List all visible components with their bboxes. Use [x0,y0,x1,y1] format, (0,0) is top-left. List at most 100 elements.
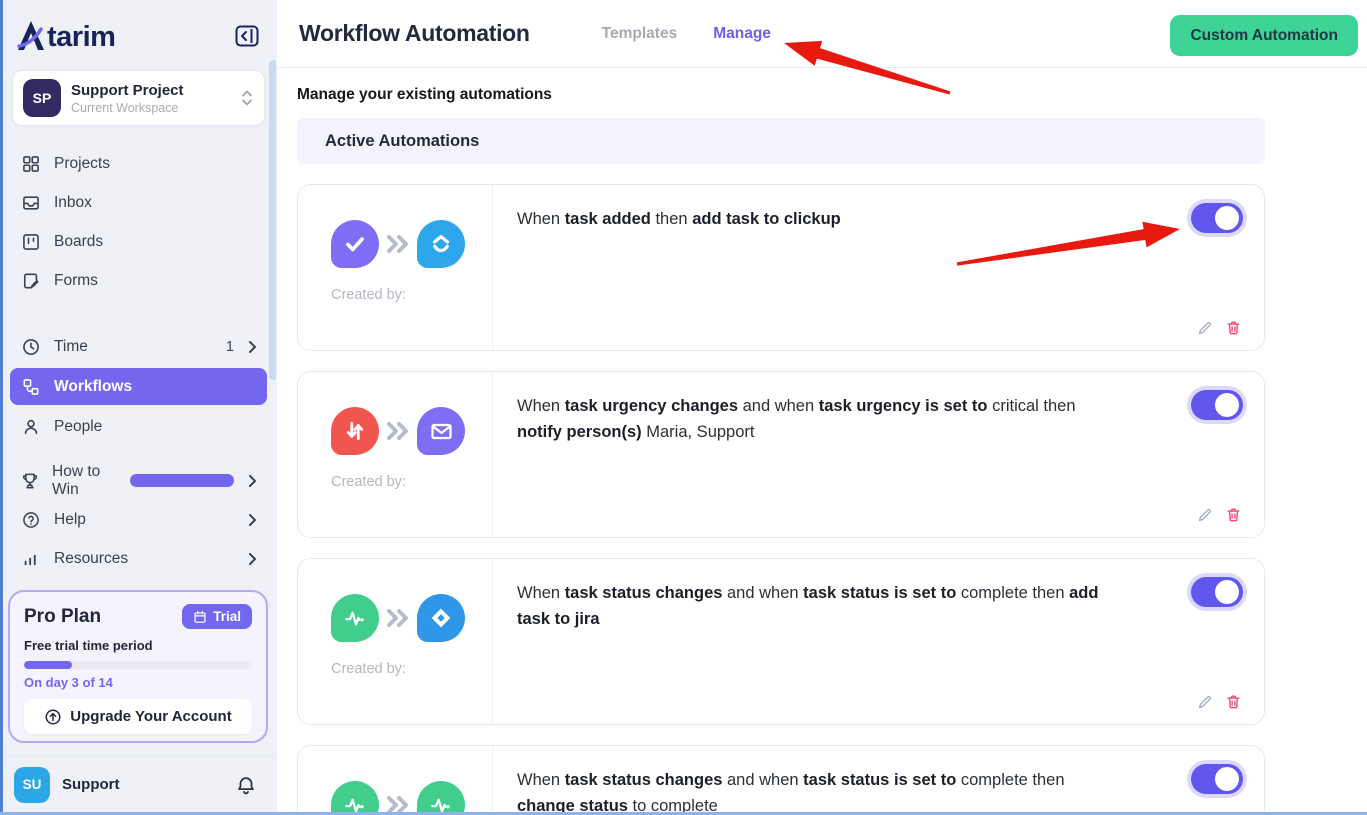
logo-text: tarim [47,22,115,52]
workspace-texts: Support Project Current Workspace [71,82,230,115]
created-by-label: Created by: [331,661,492,677]
delete-automation-icon[interactable] [1224,506,1242,524]
jira-icon [417,594,465,642]
tab-templates[interactable]: Templates [602,25,678,43]
double-chevron-icon [385,232,411,256]
user-name: Support [62,776,223,793]
sidebar-item-boards[interactable]: Boards [10,222,267,261]
app-window: tarim SP Support Project Current Workspa… [0,0,1367,815]
toggle-knob [1215,767,1239,791]
page-title: Workflow Automation [299,20,530,47]
sidebar-item-label: Inbox [54,194,92,212]
sidebar-item-forms[interactable]: Forms [10,261,267,300]
trial-progress-label: On day 3 of 14 [24,675,252,690]
card-actions [1195,693,1242,711]
automation-card-icons: Created by: [298,185,493,350]
sidebar-item-label: Workflows [54,378,132,396]
chevron-right-icon [248,340,257,354]
sidebar-item-inbox[interactable]: Inbox [10,183,267,222]
sidebar-item-help[interactable]: Help [10,500,267,539]
bar-chart-icon [20,548,42,570]
pulse-icon [331,594,379,642]
projects-icon [20,153,42,175]
workspace-selector[interactable]: SP Support Project Current Workspace [12,70,265,126]
sidebar-header: tarim [0,14,277,62]
sidebar-item-resources[interactable]: Resources [10,539,267,578]
clickup-icon [417,220,465,268]
edit-automation-icon[interactable] [1195,506,1213,524]
user-bar: SU Support [0,756,277,812]
automation-toggle[interactable] [1191,203,1243,233]
sidebar-item-workflows[interactable]: Workflows [10,368,267,405]
upgrade-button-label: Upgrade Your Account [70,708,231,725]
help-icon [20,509,42,531]
created-by-label: Created by: [331,474,492,490]
sidebar-item-time[interactable]: Time 1 [10,327,267,366]
sidebar-scrollbar[interactable] [269,60,276,380]
upgrade-account-button[interactable]: Upgrade Your Account [24,699,252,734]
main-header: Workflow Automation Templates Manage Cus… [277,0,1367,68]
created-by-label: Created by: [331,287,492,303]
sidebar-item-people[interactable]: People [10,407,267,446]
pulse-icon [417,781,465,815]
trial-badge: Trial [182,604,252,629]
tab-manage[interactable]: Manage [713,25,771,43]
main-content: Workflow Automation Templates Manage Cus… [277,0,1367,815]
delete-automation-icon[interactable] [1224,693,1242,711]
workspace-subtitle: Current Workspace [71,101,230,115]
tab-bar: Templates Manage [602,25,771,43]
nav-spacer [10,446,267,461]
automation-rule-text: When task added then add task to clickup [517,206,1114,232]
card-actions [1195,506,1242,524]
bell-icon[interactable] [235,773,257,797]
double-chevron-icon [385,606,411,630]
sidebar-item-label: Forms [54,272,98,290]
edit-automation-icon[interactable] [1195,693,1213,711]
sidebar-item-how-to-win[interactable]: How to Win [10,461,267,500]
card-actions [1195,319,1242,337]
trial-progress-track [24,661,252,669]
trial-subtitle: Free trial time period [24,638,252,653]
logo-a-mark [16,20,46,52]
automation-card-body: When task status changes and when task s… [493,746,1264,815]
boards-icon [20,231,42,253]
sidebar-item-label: Projects [54,155,110,173]
automation-toggle[interactable] [1191,390,1243,420]
arrow-up-circle-icon [44,708,62,726]
automation-toggle[interactable] [1191,577,1243,607]
automation-card: Created by: When task status changes and… [297,558,1265,725]
workspace-avatar: SP [23,79,61,117]
workspace-name: Support Project [71,82,230,99]
automation-rule-text: When task status changes and when task s… [517,580,1114,632]
trial-badge-label: Trial [213,609,241,624]
automation-toggle[interactable] [1191,764,1243,794]
automation-rule-text: When task urgency changes and when task … [517,393,1114,445]
pulse-icon [331,781,379,815]
sidebar-item-projects[interactable]: Projects [10,144,267,183]
edit-automation-icon[interactable] [1195,319,1213,337]
collapse-sidebar-icon[interactable] [235,25,259,47]
main-body: Manage your existing automations Active … [277,68,1367,815]
custom-automation-button[interactable]: Custom Automation [1170,15,1358,56]
people-icon [20,416,42,438]
double-chevron-icon [385,419,411,443]
toggle-knob [1215,393,1239,417]
automation-card: Created by: When task added then add tas… [297,184,1265,351]
inbox-icon [20,192,42,214]
workflows-icon [20,376,42,398]
sidebar-item-label: Time [54,338,88,356]
automation-card-body: When task added then add task to clickup [493,185,1264,350]
automation-card: Created by: When task status changes and… [297,745,1265,815]
how-to-win-progress [130,474,234,487]
user-avatar: SU [14,767,50,803]
trophy-icon [20,470,40,492]
sidebar-nav: Projects Inbox Boards [0,140,277,578]
manage-subtitle: Manage your existing automations [297,86,1367,104]
nav-spacer [10,300,267,327]
sidebar-item-label: Help [54,511,86,529]
automation-card-icons: Created by: [298,746,493,815]
delete-automation-icon[interactable] [1224,319,1242,337]
automation-card-body: When task status changes and when task s… [493,559,1264,724]
check-icon [331,220,379,268]
chevron-right-icon [248,474,257,488]
